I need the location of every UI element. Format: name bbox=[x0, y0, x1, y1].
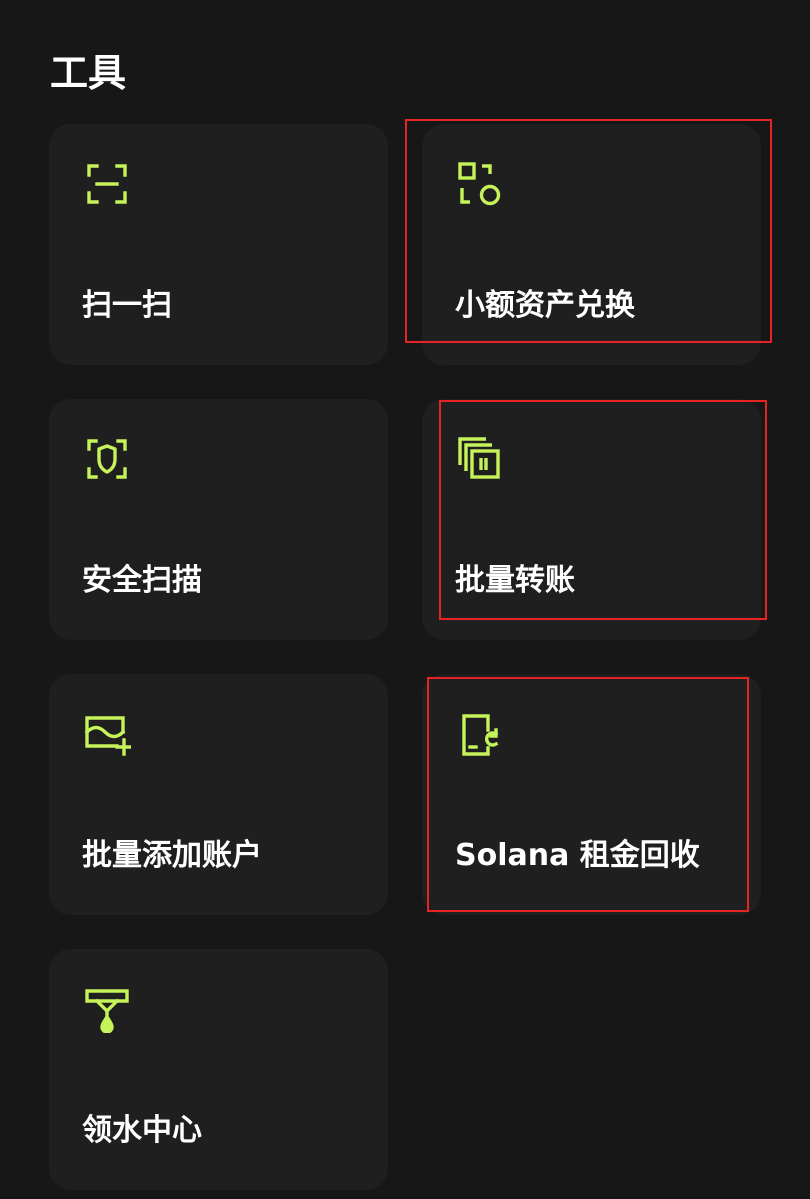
tool-label: 扫一扫 bbox=[82, 288, 172, 323]
tool-card-solana-rent-reclaim[interactable]: Solana 租金回收 bbox=[422, 674, 761, 915]
batch-transfer-icon bbox=[456, 435, 504, 483]
tool-card-security-scan[interactable]: 安全扫描 bbox=[49, 399, 388, 640]
tool-label: 领水中心 bbox=[82, 1113, 202, 1148]
scan-icon bbox=[83, 160, 131, 208]
tool-card-scan[interactable]: 扫一扫 bbox=[49, 124, 388, 365]
small-asset-swap-icon bbox=[456, 160, 504, 208]
tool-label: 安全扫描 bbox=[82, 563, 202, 598]
tool-label: 批量转账 bbox=[455, 563, 575, 598]
tool-label: 小额资产兑换 bbox=[455, 288, 635, 323]
add-wallet-icon bbox=[83, 710, 131, 758]
tool-label: 批量添加账户 bbox=[82, 838, 262, 873]
tool-card-faucet-center[interactable]: 领水中心 bbox=[49, 949, 388, 1190]
tool-card-batch-add-accounts[interactable]: 批量添加账户 bbox=[49, 674, 388, 915]
security-scan-icon bbox=[83, 435, 131, 483]
tool-card-small-asset-swap[interactable]: 小额资产兑换 bbox=[422, 124, 761, 365]
faucet-icon bbox=[83, 985, 131, 1033]
tools-page: 工具 扫一扫 小额资产兑换 安全扫描 批量转账 批量添加账户 Solana 租金… bbox=[0, 0, 810, 1199]
section-title: 工具 bbox=[50, 51, 127, 95]
tool-card-batch-transfer[interactable]: 批量转账 bbox=[422, 399, 761, 640]
tool-label: Solana 租金回收 bbox=[455, 838, 700, 873]
rent-reclaim-icon bbox=[456, 710, 504, 758]
